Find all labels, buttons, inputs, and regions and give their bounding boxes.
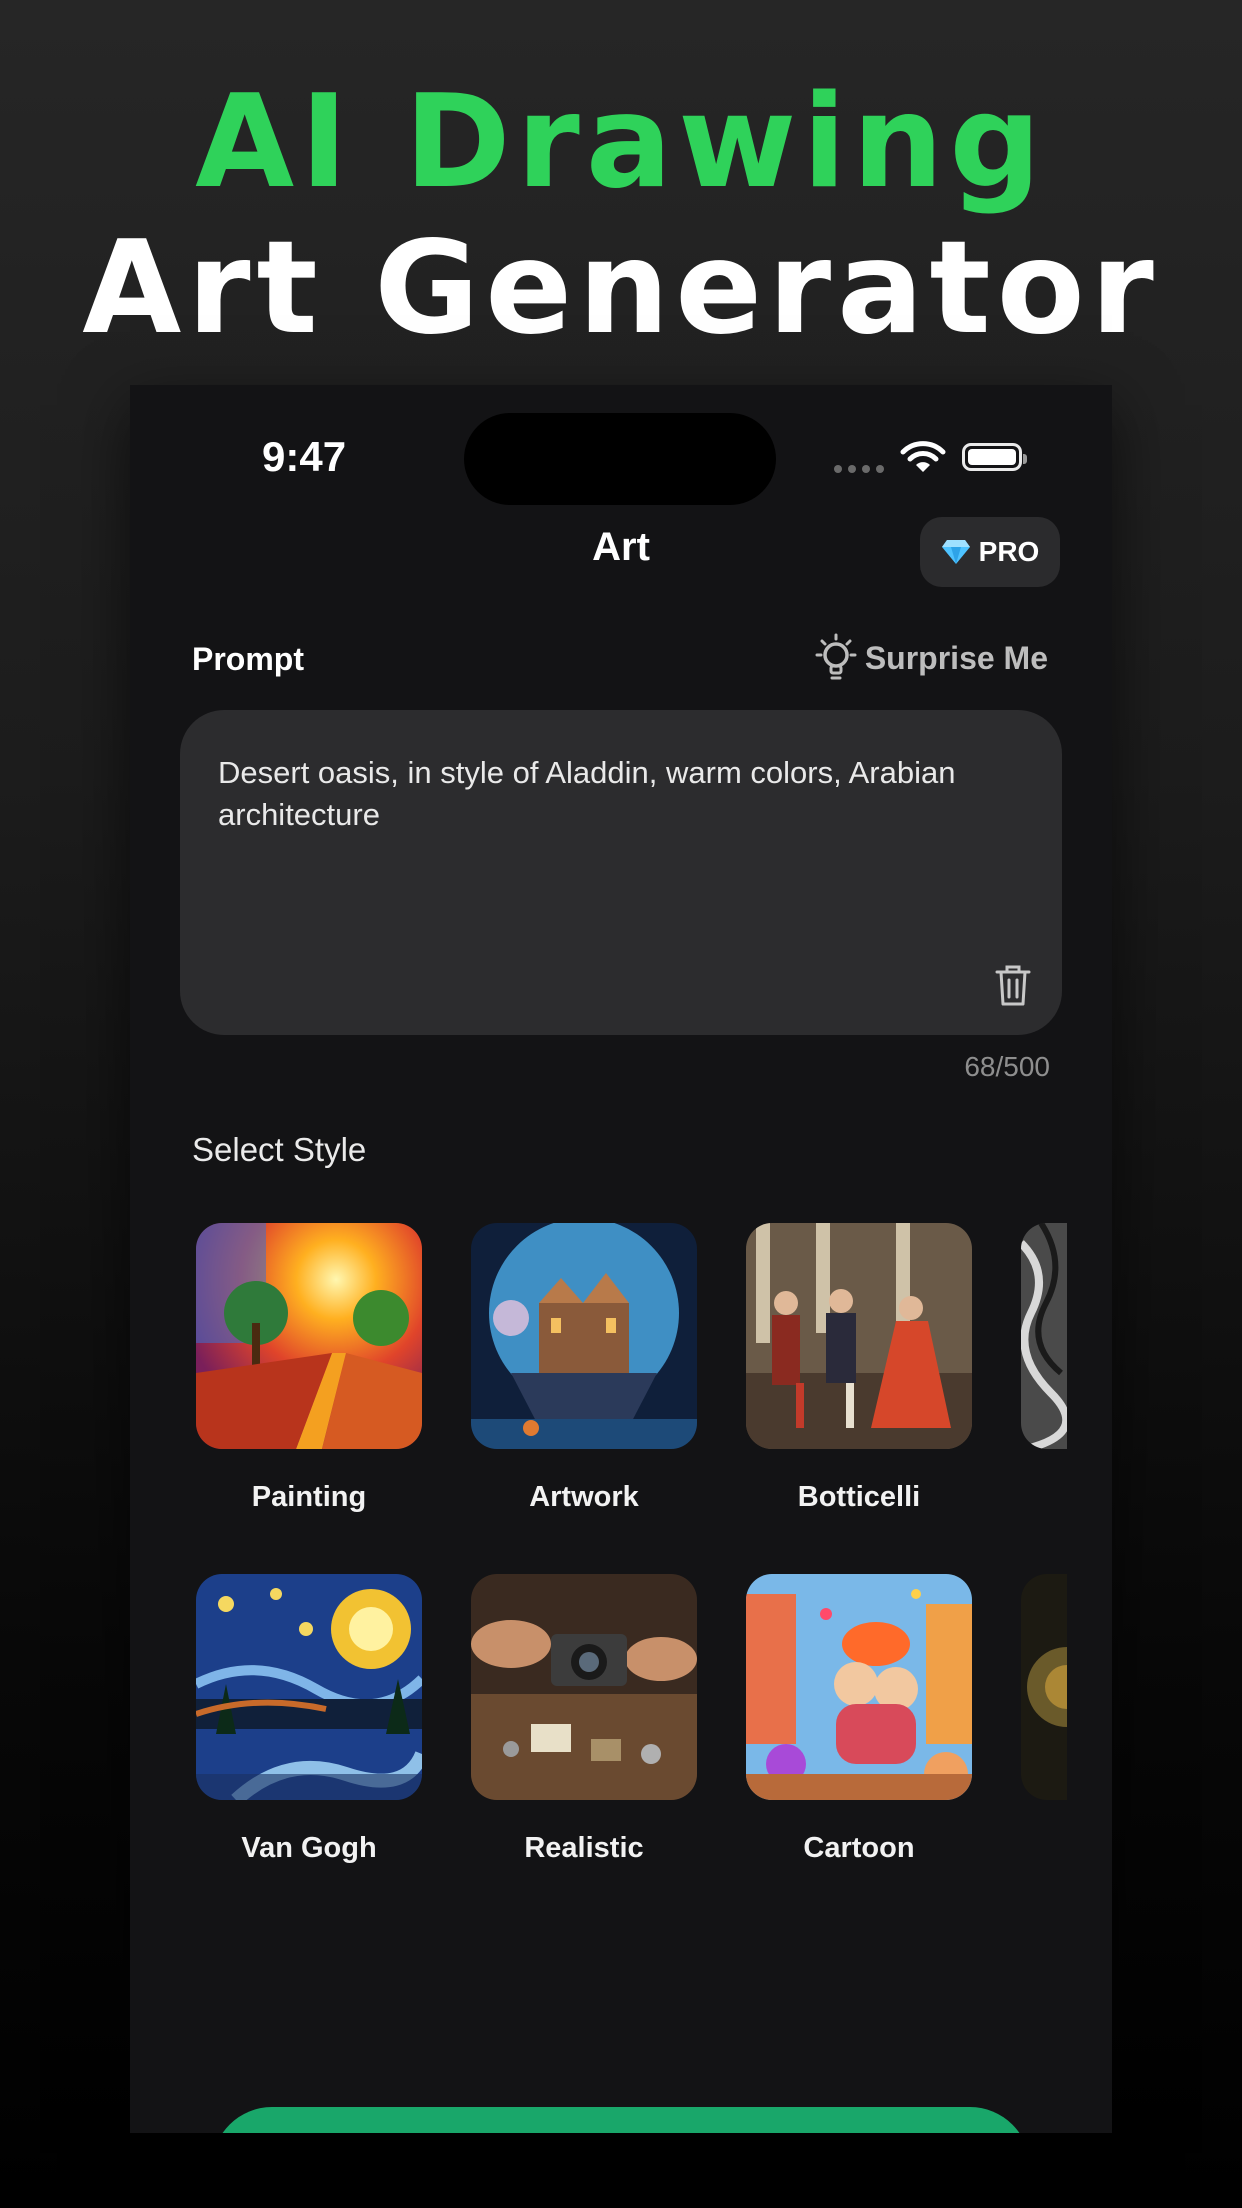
surprise-me-label: Surprise Me: [864, 639, 1048, 676]
generate-button[interactable]: [212, 2107, 1030, 2133]
cellular-signal-icon: [834, 465, 884, 473]
style-card-partial-1[interactable]: [1021, 1223, 1067, 1449]
pro-label: PRO: [978, 536, 1040, 567]
pro-button[interactable]: PRO: [920, 517, 1060, 587]
diamond-icon: [941, 540, 970, 564]
style-card-van-gogh[interactable]: Van Gogh: [196, 1574, 422, 1865]
promo-title-line2: Art Generator: [82, 214, 1160, 363]
character-counter: 68/500: [964, 1051, 1050, 1082]
style-card-partial-2[interactable]: [1021, 1574, 1067, 1800]
style-label-cartoon: Cartoon: [803, 1832, 915, 1864]
style-card-artwork[interactable]: Artwork: [471, 1223, 697, 1514]
style-label-artwork: Artwork: [529, 1481, 639, 1513]
wifi-icon: [900, 441, 946, 472]
style-label-realistic: Realistic: [524, 1832, 644, 1864]
style-label-botticelli: Botticelli: [797, 1481, 921, 1513]
select-style-label: Select Style: [192, 1131, 367, 1168]
promo-title-line1: AI Drawing: [195, 68, 1047, 217]
artwork-thumbnail: [471, 1223, 697, 1449]
style-card-painting[interactable]: Painting: [196, 1223, 422, 1514]
style-card-realistic[interactable]: Realistic: [471, 1574, 697, 1865]
botticelli-thumbnail: [746, 1223, 972, 1449]
van-gogh-thumbnail: [196, 1574, 422, 1800]
surprise-me-button[interactable]: Surprise Me: [813, 633, 1048, 683]
phone-screen: 9:47 Art PRO Prompt Surprise Me Desert o…: [130, 385, 1112, 2133]
prompt-input[interactable]: Desert oasis, in style of Aladdin, warm …: [180, 710, 1062, 1035]
realistic-thumbnail: [471, 1574, 697, 1800]
status-time: 9:47: [262, 433, 347, 480]
lightbulb-icon: [815, 633, 857, 680]
style-card-cartoon[interactable]: Cartoon: [746, 1574, 972, 1865]
prompt-text[interactable]: Desert oasis, in style of Aladdin, warm …: [218, 752, 1024, 836]
prompt-label: Prompt: [192, 641, 304, 677]
trash-icon[interactable]: [994, 963, 1032, 1007]
style-label-painting: Painting: [251, 1481, 367, 1513]
cartoon-thumbnail: [746, 1574, 972, 1800]
dynamic-island: [464, 413, 776, 505]
style-card-botticelli[interactable]: Botticelli: [746, 1223, 972, 1514]
painting-thumbnail: [196, 1223, 422, 1449]
battery-icon: [962, 443, 1027, 471]
style-label-van-gogh: Van Gogh: [241, 1832, 377, 1864]
